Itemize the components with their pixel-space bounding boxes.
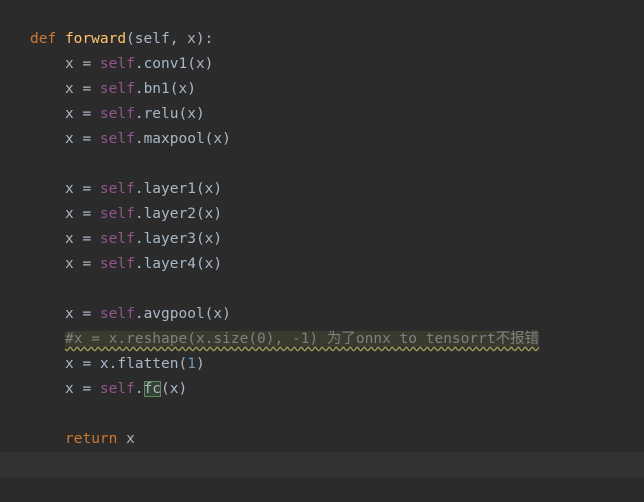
code-line[interactable]: x = self.layer4(x) [0, 252, 644, 277]
code-line[interactable]: x = self.conv1(x) [0, 52, 644, 77]
code-line[interactable]: x = self.avgpool(x) [0, 302, 644, 327]
method-call: .maxpool(x) [134, 131, 231, 147]
method-call: .bn1(x) [134, 81, 196, 97]
keyword-def: def [30, 31, 57, 47]
self-keyword: self [99, 231, 135, 247]
self-keyword: self [99, 381, 135, 397]
highlighted-identifier[interactable]: fc [143, 381, 162, 397]
method-call: .relu(x) [134, 106, 205, 122]
dot-operator: . [134, 381, 144, 397]
code-line[interactable]: x = self.fc(x) [0, 377, 644, 402]
method-call: .layer2(x) [134, 206, 223, 222]
self-keyword: self [99, 256, 135, 272]
self-keyword: self [99, 306, 135, 322]
assign-target: x = [65, 81, 100, 97]
assign-target: x = [65, 381, 100, 397]
method-call: .layer4(x) [134, 256, 223, 272]
self-keyword: self [99, 181, 135, 197]
self-keyword: self [99, 206, 135, 222]
code-line[interactable]: x = self.maxpool(x) [0, 127, 644, 152]
self-keyword: self [99, 131, 135, 147]
assign-target: x = [65, 206, 100, 222]
method-call: .avgpool(x) [134, 306, 231, 322]
method-call: .layer3(x) [134, 231, 223, 247]
assign-target: x = [65, 306, 100, 322]
method-call: .layer1(x) [134, 181, 223, 197]
code-line[interactable]: x = self.layer2(x) [0, 202, 644, 227]
current-line-highlight[interactable] [0, 452, 644, 477]
assign-target: x = [65, 106, 100, 122]
call-args: (x) [161, 381, 188, 397]
assign-target: x = [65, 56, 100, 72]
code-line[interactable]: x = x.flatten(1) [0, 352, 644, 377]
return-value: x [117, 431, 135, 447]
code-editor[interactable]: def forward(self, x): x = self.conv1(x) … [0, 0, 644, 490]
flatten-call: x = x.flatten( [65, 356, 188, 372]
assign-target: x = [65, 231, 100, 247]
code-line[interactable]: x = self.layer1(x) [0, 177, 644, 202]
code-line[interactable]: x = self.bn1(x) [0, 77, 644, 102]
code-line[interactable]: x = self.relu(x) [0, 102, 644, 127]
function-params: (self, x): [126, 31, 214, 47]
code-line[interactable]: x = self.layer3(x) [0, 227, 644, 252]
code-line[interactable]: return x [0, 427, 644, 452]
method-call: .conv1(x) [134, 56, 214, 72]
keyword-return: return [65, 431, 118, 447]
number-literal: 1 [187, 356, 196, 372]
self-keyword: self [99, 81, 135, 97]
close-paren: ) [195, 356, 205, 372]
code-line[interactable]: def forward(self, x): [0, 27, 644, 52]
self-keyword: self [99, 106, 135, 122]
function-name: forward [64, 31, 127, 47]
assign-target: x = [65, 256, 100, 272]
self-keyword: self [99, 56, 135, 72]
assign-target: x = [65, 131, 100, 147]
assign-target: x = [65, 181, 100, 197]
code-comment: #x = x.reshape(x.size(0), -1) 为了onnx to … [65, 331, 540, 347]
code-line[interactable]: #x = x.reshape(x.size(0), -1) 为了onnx to … [0, 327, 644, 352]
